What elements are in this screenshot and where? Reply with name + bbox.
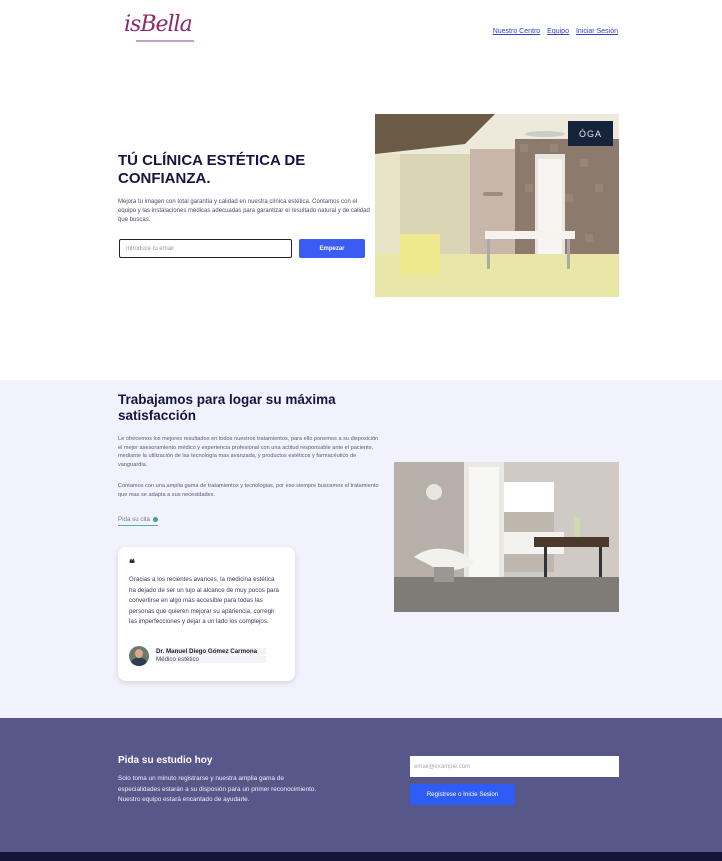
avatar-body — [131, 658, 147, 666]
section-paragraph-2: Contamos con una amplia gama de tratamie… — [118, 483, 379, 498]
appointment-link-label: Pida su cita — [118, 516, 150, 523]
cta-section — [0, 718, 722, 852]
dot-icon — [153, 517, 158, 522]
register-login-button[interactable]: Registrese o Inicie Sesion — [410, 784, 515, 805]
cta-description: Solo toma un minuto registrarse y nuestr… — [118, 775, 317, 803]
nav-link-iniciar-sesion[interactable]: Iniciar Sesión — [576, 28, 618, 35]
author-avatar — [129, 646, 149, 666]
section-paragraph-1: Le ofrecemos los mejores resultados en t… — [118, 436, 379, 468]
start-button[interactable]: Empezar — [299, 239, 365, 258]
treatment-room-image — [394, 462, 619, 612]
testimonial-text: Gracias a los recientes avances, la medi… — [129, 576, 279, 625]
logo-underline — [136, 40, 194, 42]
footer-bar — [0, 852, 722, 861]
author-role: Médico estético — [156, 656, 266, 663]
main-nav: Nuestro Centro Equipo Iniciar Sesión — [493, 28, 618, 35]
hero-title: TÚ CLÍNICA ESTÉTICA DE CONFIANZA. — [118, 152, 306, 187]
brand-logo[interactable]: isBella — [124, 12, 196, 48]
avatar-head — [135, 649, 143, 658]
nav-link-nuestro-centro[interactable]: Nuestro Centro — [493, 28, 540, 35]
logo-wordmark: isBella — [124, 12, 193, 37]
author-name: Dr. Manuel Diego Gómez Carmona — [156, 648, 266, 655]
treatment-room-illustration — [394, 462, 619, 612]
nav-link-equipo[interactable]: Equipo — [547, 28, 569, 35]
hero-description: Mejora tu imagen con total garantía y ca… — [118, 199, 370, 223]
testimonial-card: ❝ Gracias a los recientes avances, la me… — [118, 547, 295, 681]
section-title: Trabajamos para logar su máxima satisfac… — [118, 392, 336, 423]
site-header: isBella Nuestro Centro Equipo Iniciar Se… — [0, 0, 722, 60]
cta-title: Pida su estudio hoy — [118, 755, 213, 766]
appointment-link[interactable]: Pida su cita — [118, 516, 158, 526]
clinic-room-image: ÓGA — [375, 114, 619, 297]
quote-icon: ❝ — [129, 558, 135, 570]
cta-email-input[interactable] — [410, 756, 619, 777]
oga-badge: ÓGA — [568, 121, 613, 146]
hero-email-input[interactable] — [119, 239, 292, 258]
